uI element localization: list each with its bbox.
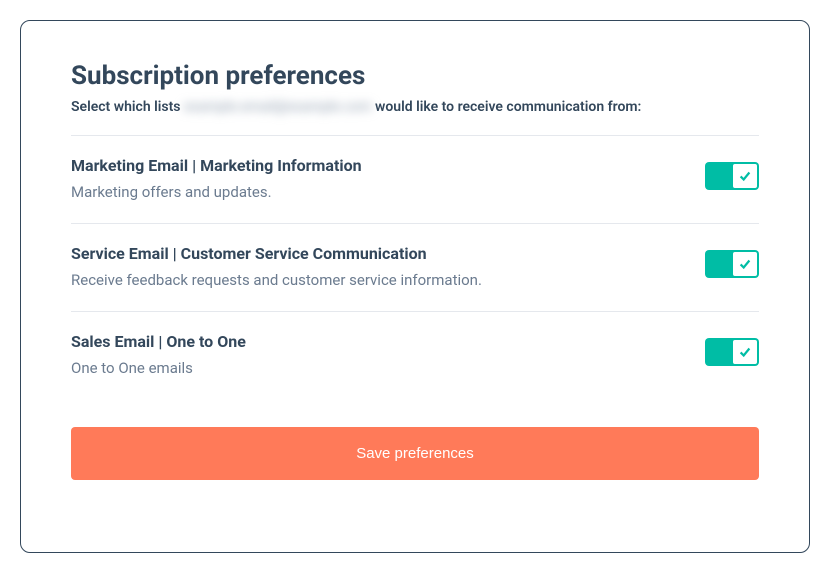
page-subtitle: Select which lists example.email@example… — [71, 99, 759, 115]
save-preferences-button[interactable]: Save preferences — [71, 427, 759, 480]
preference-title: Service Email | Customer Service Communi… — [71, 244, 482, 263]
preference-text: Service Email | Customer Service Communi… — [71, 244, 482, 289]
toggle-knob — [732, 163, 758, 189]
subtitle-prefix: Select which lists — [71, 99, 184, 115]
check-icon — [738, 345, 752, 359]
toggle-sales[interactable] — [705, 338, 759, 366]
preferences-card: Subscription preferences Select which li… — [20, 20, 810, 553]
preference-title: Sales Email | One to One — [71, 332, 246, 351]
toggle-marketing[interactable] — [705, 162, 759, 190]
toggle-knob — [732, 339, 758, 365]
toggle-knob — [732, 251, 758, 277]
preference-description: One to One emails — [71, 359, 246, 377]
preference-row-service: Service Email | Customer Service Communi… — [71, 224, 759, 311]
page-title: Subscription preferences — [71, 61, 759, 91]
preference-text: Marketing Email | Marketing Information … — [71, 156, 362, 201]
toggle-service[interactable] — [705, 250, 759, 278]
preference-text: Sales Email | One to One One to One emai… — [71, 332, 246, 377]
check-icon — [738, 169, 752, 183]
preference-row-sales: Sales Email | One to One One to One emai… — [71, 312, 759, 399]
preference-title: Marketing Email | Marketing Information — [71, 156, 362, 175]
preference-description: Receive feedback requests and customer s… — [71, 271, 482, 289]
check-icon — [738, 257, 752, 271]
subtitle-email-blurred: example.email@example.com — [184, 99, 372, 115]
preference-description: Marketing offers and updates. — [71, 183, 362, 201]
subtitle-suffix: would like to receive communication from… — [372, 99, 642, 115]
preference-row-marketing: Marketing Email | Marketing Information … — [71, 136, 759, 223]
